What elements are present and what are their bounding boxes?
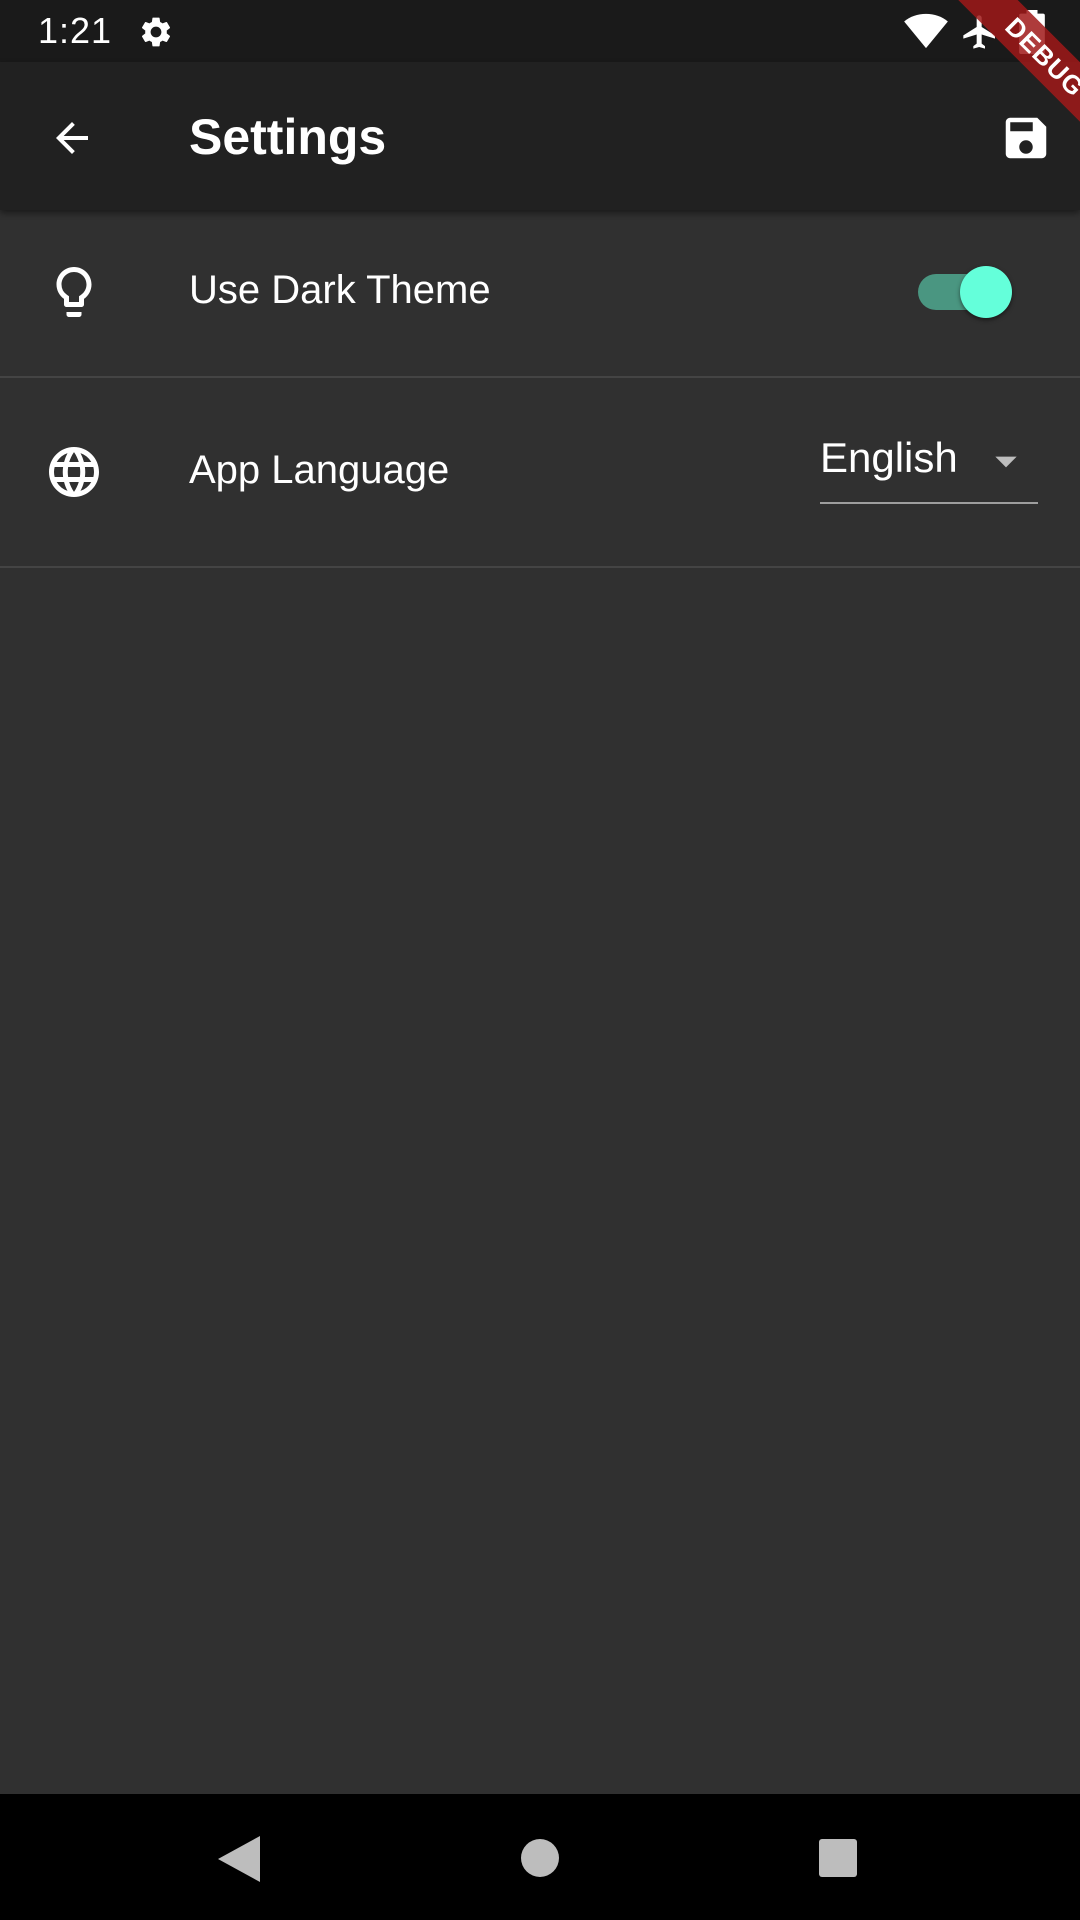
wifi-icon [904,13,948,49]
page-title: Settings [189,109,387,165]
save-button[interactable] [990,102,1062,174]
language-selected-value: English [820,434,958,481]
dark-theme-toggle[interactable] [914,258,1014,326]
status-time: 1:21 [38,10,113,51]
nav-back-icon[interactable] [216,1834,262,1884]
nav-recents-icon[interactable] [818,1838,858,1878]
nav-home-icon[interactable] [520,1838,560,1878]
language-label: App Language [189,448,450,492]
arrow-back-icon [56,122,88,154]
globe-icon [49,447,99,497]
back-button[interactable] [36,102,108,174]
settings-list: Use Dark Theme App Language English [0,210,1080,568]
app-bar: Settings [0,62,1080,210]
language-dropdown[interactable]: English [820,418,1038,504]
arrow-drop-down-icon [995,456,1017,468]
battery-icon [1019,10,1045,54]
dark-theme-label: Use Dark Theme [189,268,491,312]
setting-row-dark-theme[interactable]: Use Dark Theme [0,210,1080,378]
status-bar: 1:21 [0,0,1080,62]
lightbulb-icon [56,267,92,317]
save-icon [1005,117,1047,159]
gear-icon [141,17,171,47]
airplane-icon [963,15,995,49]
toggle-thumb [960,266,1012,318]
setting-row-language[interactable]: App Language English [0,378,1080,568]
system-nav-bar [0,1794,1080,1920]
